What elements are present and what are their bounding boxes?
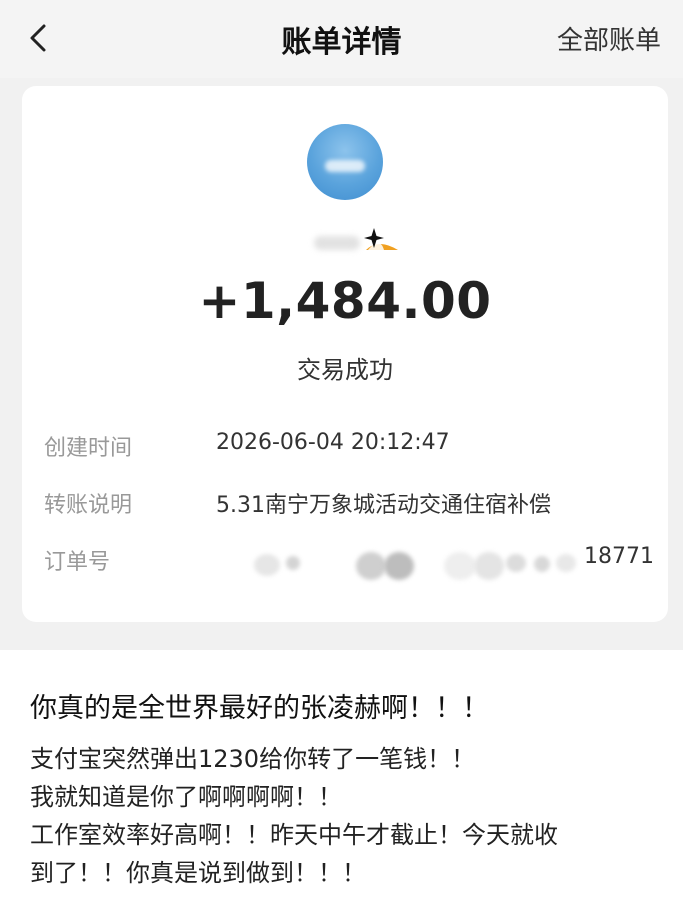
- avatar-cloud: [325, 160, 365, 172]
- post-body: 支付宝突然弹出1230给你转了一笔钱！！ 我就知道是你了啊啊啊啊！！ 工作室效率…: [30, 740, 670, 892]
- bill-detail-page: 账单详情 全部账单 +1,484.00 交易成功 创建时间 2026-06-04…: [0, 0, 683, 898]
- bill-card: +1,484.00 交易成功 创建时间 2026-06-04 20:12:47 …: [22, 86, 668, 622]
- payer-name: [314, 226, 410, 254]
- created-time-label: 创建时间: [44, 436, 133, 461]
- back-button[interactable]: [20, 18, 60, 58]
- order-number-label: 订单号: [44, 550, 111, 575]
- blurred-name: [314, 236, 360, 250]
- created-time-value: 2026-06-04 20:12:47: [216, 430, 450, 455]
- order-number-row[interactable]: 订单号 18771: [44, 544, 654, 580]
- post-line: 我就知道是你了啊啊啊啊！！: [30, 783, 342, 811]
- all-bills-link[interactable]: 全部账单: [557, 20, 661, 57]
- order-number-redaction: [216, 542, 576, 580]
- chevron-left-icon: [30, 24, 46, 52]
- transfer-note-value: 5.31南宁万象城活动交通住宿补偿: [216, 493, 551, 518]
- transfer-note-row: 转账说明 5.31南宁万象城活动交通住宿补偿: [44, 487, 654, 523]
- post-title: 你真的是全世界最好的张凌赫啊！！！: [30, 693, 489, 724]
- created-time-row: 创建时间 2026-06-04 20:12:47: [44, 430, 654, 466]
- transaction-status: 交易成功: [297, 356, 393, 384]
- star-badge-icon: [364, 228, 398, 250]
- top-nav-bar: 账单详情 全部账单: [0, 0, 683, 78]
- post-line: 到了！！你真是说到做到！！！: [30, 859, 366, 887]
- avatar[interactable]: [307, 124, 383, 200]
- post-line: 工作室效率好高啊！！昨天中午才截止！今天就收: [30, 821, 558, 849]
- transfer-note-label: 转账说明: [44, 493, 133, 518]
- post-content: 你真的是全世界最好的张凌赫啊！！！ 支付宝突然弹出1230给你转了一笔钱！！ 我…: [0, 650, 683, 898]
- transaction-amount: +1,484.00: [198, 272, 492, 330]
- post-line: 支付宝突然弹出1230给你转了一笔钱！！: [30, 745, 476, 773]
- order-number-value: 18771: [584, 544, 654, 569]
